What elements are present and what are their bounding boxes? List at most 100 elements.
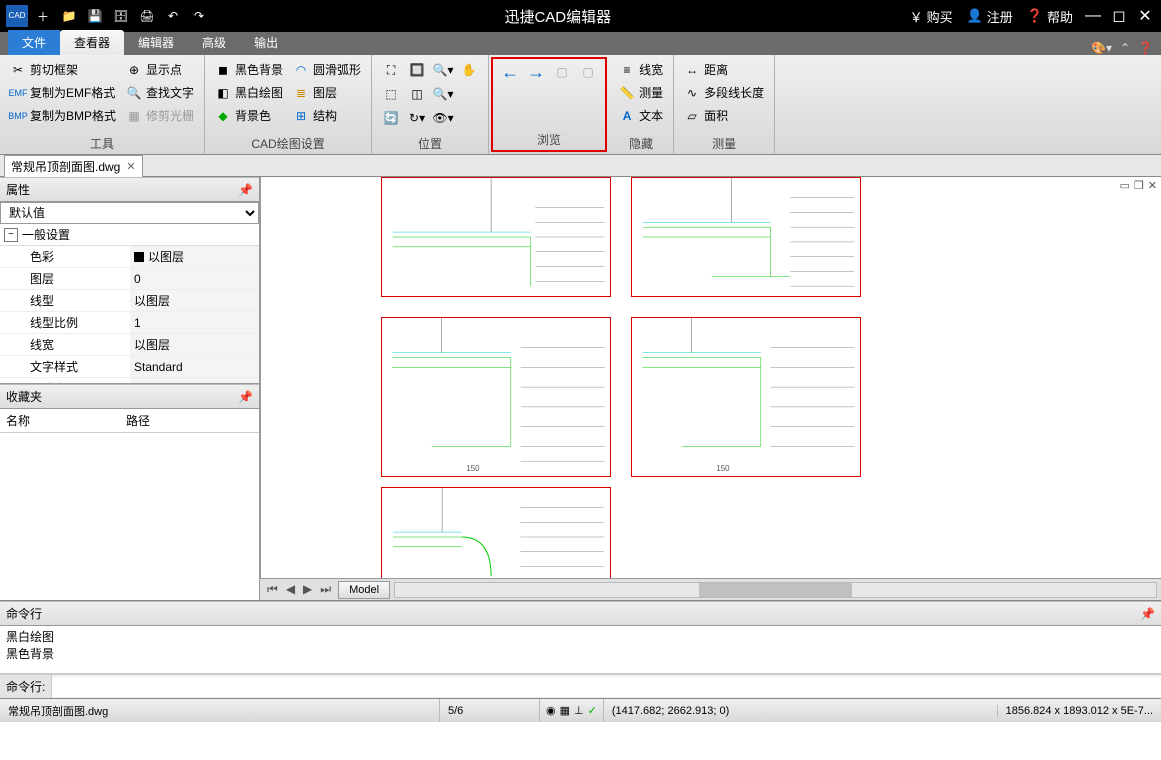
new-icon[interactable]: ＋ bbox=[32, 5, 54, 27]
undo-icon[interactable]: ↶ bbox=[162, 5, 184, 27]
area-button[interactable]: ▱面积 bbox=[682, 105, 766, 126]
tab-output[interactable]: 输出 bbox=[240, 30, 292, 55]
fit-icon[interactable]: ⛶ bbox=[380, 59, 402, 81]
minimize-button[interactable]: — bbox=[1083, 6, 1103, 26]
orbit-icon[interactable]: 🔄 bbox=[380, 107, 402, 129]
close-button[interactable]: ✕ bbox=[1135, 6, 1155, 26]
zoom-out-icon[interactable]: 🔍▾ bbox=[432, 83, 454, 105]
black-bg-button[interactable]: ◼黑色背景 bbox=[213, 59, 285, 80]
next-view-icon[interactable]: → bbox=[525, 61, 547, 83]
bookmark-next-icon[interactable]: ▢ bbox=[577, 61, 599, 83]
ortho-icon[interactable]: ⊥ bbox=[574, 704, 584, 717]
tab-advanced[interactable]: 高级 bbox=[188, 30, 240, 55]
layout-last-icon[interactable]: ⏭ bbox=[317, 582, 334, 597]
fav-col-name[interactable]: 名称 bbox=[0, 409, 120, 432]
svg-text:150: 150 bbox=[466, 464, 480, 473]
properties-section[interactable]: − 一般设置 bbox=[0, 224, 259, 246]
ribbon-style-icon[interactable]: 🎨▾ bbox=[1091, 41, 1112, 55]
layout-next-icon[interactable]: ▶ bbox=[300, 582, 315, 597]
command-input-row: 命令行: bbox=[0, 674, 1161, 698]
app-icon[interactable]: CAD bbox=[6, 5, 28, 27]
doc-tab-close-icon[interactable]: ✕ bbox=[126, 160, 135, 173]
prop-row-lineweight[interactable]: 线宽以图层 bbox=[0, 334, 259, 356]
help-button[interactable]: ❓帮助 bbox=[1023, 5, 1077, 28]
bookmark-prev-icon[interactable]: ▢ bbox=[551, 61, 573, 83]
linewidth-button[interactable]: ≡线宽 bbox=[617, 59, 665, 80]
find-text-button[interactable]: 🔍查找文字 bbox=[124, 82, 196, 103]
measure-button[interactable]: 📏测量 bbox=[617, 82, 665, 103]
fav-col-path[interactable]: 路径 bbox=[120, 409, 156, 432]
osnap-icon[interactable]: ✓ bbox=[588, 704, 597, 717]
zoom-in-icon[interactable]: 🔍▾ bbox=[432, 59, 454, 81]
copy-emf-button[interactable]: EMF复制为EMF格式 bbox=[8, 82, 118, 103]
model-tab[interactable]: Model bbox=[338, 581, 390, 599]
ribbon-collapse-icon[interactable]: ⌃ bbox=[1120, 41, 1130, 55]
zoom-window-icon[interactable]: 🔲 bbox=[406, 59, 428, 81]
tree-icon: ⊞ bbox=[293, 108, 309, 124]
emf-icon: EMF bbox=[10, 85, 26, 101]
pan-icon[interactable]: ✋ bbox=[458, 59, 480, 81]
horizontal-scrollbar[interactable] bbox=[394, 582, 1157, 598]
extents-icon[interactable]: ⬚ bbox=[380, 83, 402, 105]
drawing-canvas[interactable]: ▭ ❐ ✕ 150 150 bbox=[260, 177, 1161, 578]
clip-frame-button[interactable]: ✂剪切框架 bbox=[8, 59, 118, 80]
polyline-len-button[interactable]: ∿多段线长度 bbox=[682, 82, 766, 103]
show-point-button[interactable]: ⊕显示点 bbox=[124, 59, 196, 80]
register-button[interactable]: 👤注册 bbox=[963, 5, 1017, 28]
ribbon: ✂剪切框架 EMF复制为EMF格式 BMP复制为BMP格式 ⊕显示点 🔍查找文字… bbox=[0, 55, 1161, 155]
currency-icon: ￥ bbox=[910, 7, 923, 26]
tab-viewer[interactable]: 查看器 bbox=[60, 30, 124, 55]
prop-row-textstyle[interactable]: 文字样式Standard bbox=[0, 356, 259, 378]
canvas-area: ▭ ❐ ✕ 150 150 ⏮ ◀ bbox=[260, 177, 1161, 600]
ribbon-help-icon[interactable]: ❓ bbox=[1138, 41, 1153, 55]
prop-row-ltscale[interactable]: 线型比例1 bbox=[0, 312, 259, 334]
smooth-arc-button[interactable]: ◠圆滑弧形 bbox=[291, 59, 363, 80]
rotate-icon[interactable]: ↻▾ bbox=[406, 107, 428, 129]
save-icon[interactable]: 💾 bbox=[84, 5, 106, 27]
trim-raster-button[interactable]: ▦修剪光栅 bbox=[124, 105, 196, 126]
prev-view-icon[interactable]: ← bbox=[499, 61, 521, 83]
layout-prev-icon[interactable]: ◀ bbox=[283, 582, 298, 597]
redo-icon[interactable]: ↷ bbox=[188, 5, 210, 27]
prop-row-color[interactable]: 色彩以图层 bbox=[0, 246, 259, 268]
snap-icon[interactable]: ◉ bbox=[546, 704, 556, 717]
bw-drawing-button[interactable]: ◧黑白绘图 bbox=[213, 82, 285, 103]
structure-button[interactable]: ⊞结构 bbox=[291, 105, 363, 126]
print-icon[interactable]: 🖨 bbox=[136, 5, 158, 27]
prop-row-linetype[interactable]: 线型以图层 bbox=[0, 290, 259, 312]
tab-editor[interactable]: 编辑器 bbox=[124, 30, 188, 55]
command-input[interactable] bbox=[52, 677, 1161, 697]
collapse-icon[interactable]: − bbox=[4, 228, 18, 242]
status-page: 5/6 bbox=[440, 699, 540, 722]
view-icon[interactable]: 👁▾ bbox=[432, 107, 454, 129]
tab-file[interactable]: 文件 bbox=[8, 30, 60, 55]
canvas-close-icon[interactable]: ✕ bbox=[1148, 179, 1157, 192]
grid-snap-icon[interactable]: ▦ bbox=[560, 704, 570, 717]
pin-icon[interactable]: 📌 bbox=[1140, 607, 1155, 621]
bmp-icon: BMP bbox=[10, 108, 26, 124]
pin-icon[interactable]: 📌 bbox=[238, 390, 253, 404]
svg-text:150: 150 bbox=[716, 464, 730, 473]
distance-button[interactable]: ↔距离 bbox=[682, 59, 766, 80]
command-panel-header: 命令行 📌 bbox=[0, 601, 1161, 626]
maximize-button[interactable]: ◻ bbox=[1109, 6, 1129, 26]
prop-row-layer[interactable]: 图层0 bbox=[0, 268, 259, 290]
canvas-min-icon[interactable]: ▭ bbox=[1120, 179, 1130, 192]
bg-color-button[interactable]: ◆背景色 bbox=[213, 105, 285, 126]
zoom-select-icon[interactable]: ◫ bbox=[406, 83, 428, 105]
status-extent: 1856.824 x 1893.012 x 5E-7... bbox=[997, 705, 1161, 717]
document-tab[interactable]: 常规吊顶剖面图.dwg ✕ bbox=[4, 155, 143, 177]
canvas-max-icon[interactable]: ❐ bbox=[1134, 179, 1144, 192]
buy-button[interactable]: ￥购买 bbox=[906, 5, 957, 28]
user-icon: 👤 bbox=[967, 8, 983, 24]
copy-bmp-button[interactable]: BMP复制为BMP格式 bbox=[8, 105, 118, 126]
text-button[interactable]: A文本 bbox=[617, 105, 665, 126]
left-panels: 属性 📌 默认值 − 一般设置 色彩以图层 图层0 线型以图层 线型比例1 线宽… bbox=[0, 177, 260, 600]
open-icon[interactable]: 📁 bbox=[58, 5, 80, 27]
status-filename: 常规吊顶剖面图.dwg bbox=[0, 699, 440, 722]
saveall-icon[interactable]: 🗄 bbox=[110, 5, 132, 27]
layer-button[interactable]: ≣图层 bbox=[291, 82, 363, 103]
layout-first-icon[interactable]: ⏮ bbox=[264, 582, 281, 597]
properties-filter-select[interactable]: 默认值 bbox=[0, 202, 259, 224]
pin-icon[interactable]: 📌 bbox=[238, 183, 253, 197]
